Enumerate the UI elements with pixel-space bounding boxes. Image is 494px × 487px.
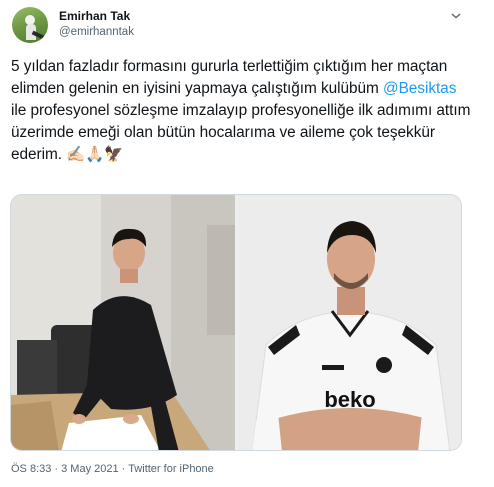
avatar[interactable]	[12, 7, 48, 43]
tweet-timestamp[interactable]: ÖS 8:33 · 3 May 2021 · Twitter for iPhon…	[11, 463, 214, 475]
tweet-text-part: 5 yıldan fazladır formasını gururla terl…	[11, 58, 448, 97]
mention-link[interactable]: @Besiktas	[383, 80, 456, 97]
author-handle[interactable]: @emirhanntak	[59, 26, 134, 38]
author-name[interactable]: Emirhan Tak	[59, 9, 130, 23]
tweet-text: 5 yıldan fazladır formasını gururla terl…	[11, 56, 471, 166]
besiktas-jersey-portrait-photo[interactable]: beko	[238, 195, 461, 450]
tweet-card: Emirhan Tak @emirhanntak 5 yıldan fazlad…	[0, 0, 494, 487]
media-grid: beko	[10, 194, 462, 451]
tweet-text-part: ile profesyonel sözleşme imzalayıp profe…	[11, 102, 471, 163]
more-options-icon[interactable]	[445, 5, 467, 27]
contract-signing-photo[interactable]	[11, 195, 235, 450]
